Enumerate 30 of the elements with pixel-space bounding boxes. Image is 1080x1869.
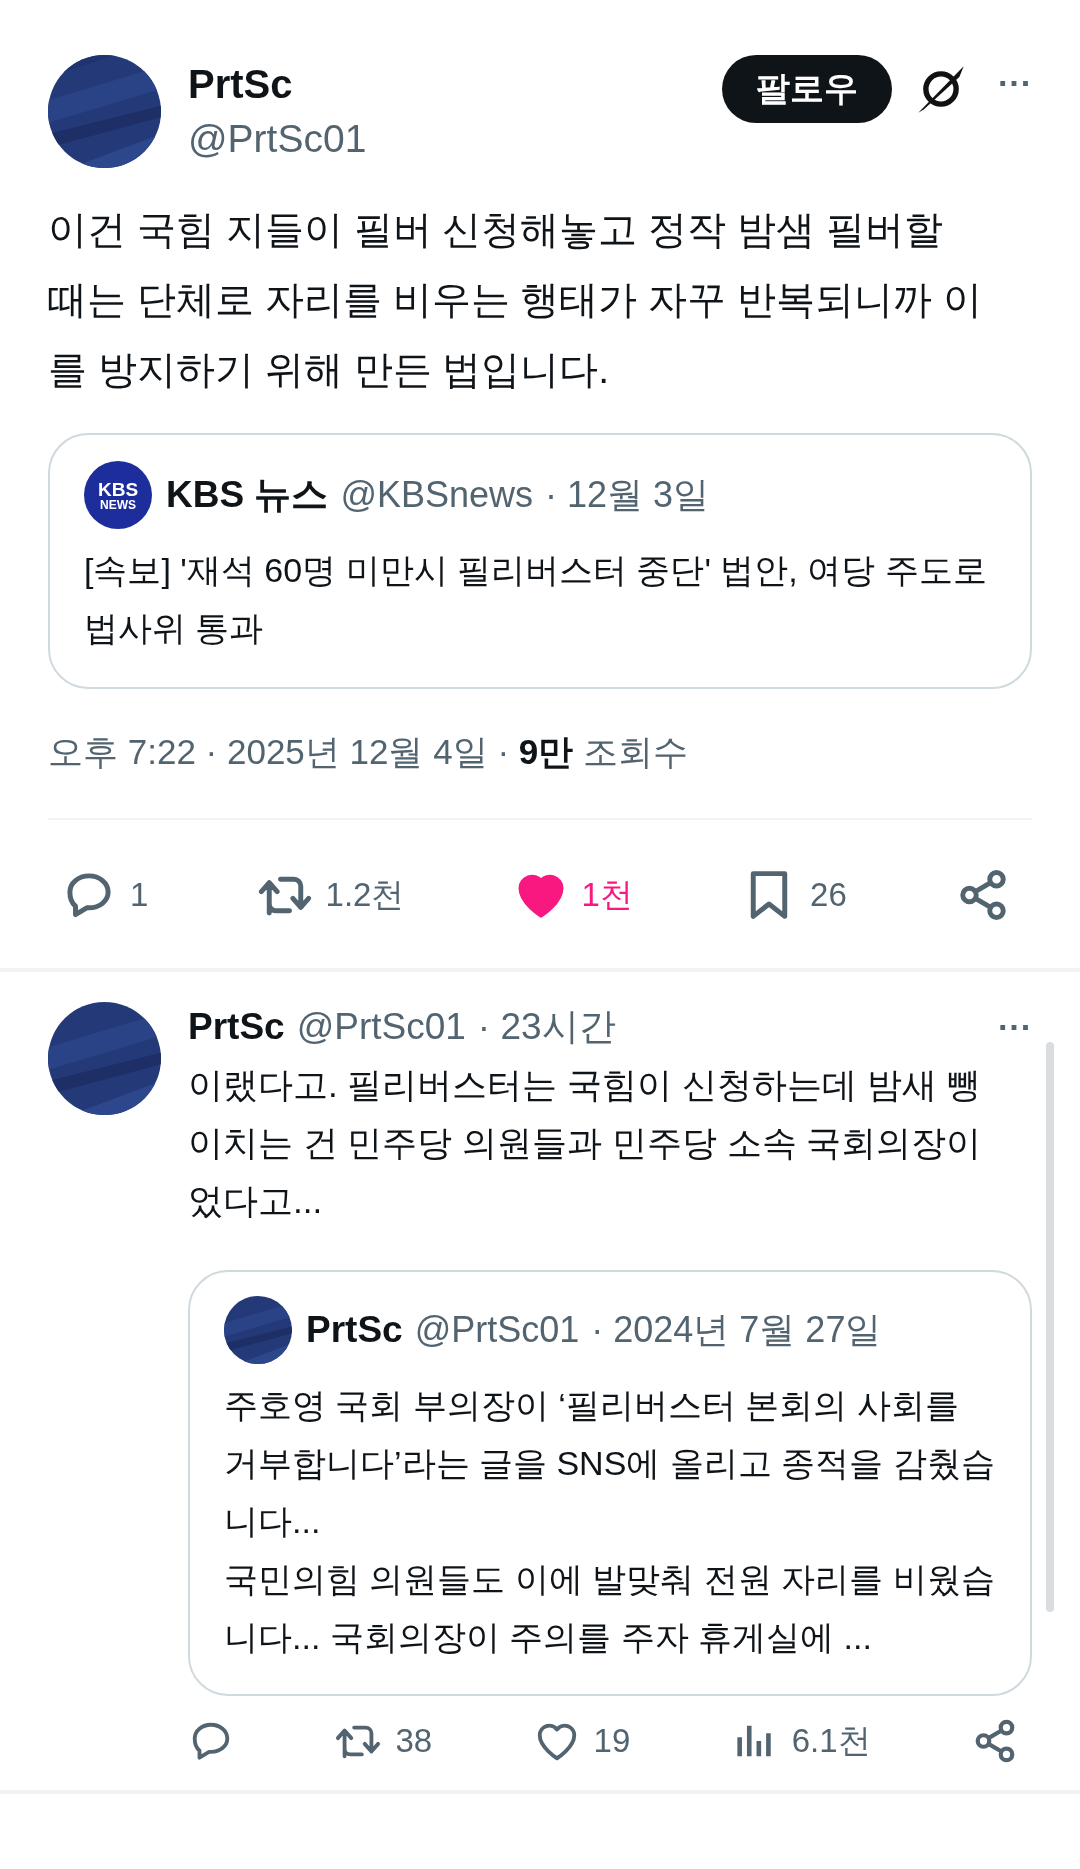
tweet-text: 이건 국힘 지들이 필버 신청해놓고 정작 밤샘 필버할 때는 단체로 자리를 비우는 행태가 자꾸 반복되니까 이를 방지하기 위해 만든 법입니다. [48, 207, 983, 393]
user-handle: @PrtSc01 [296, 1006, 466, 1048]
action-count: 6.1천 [791, 1720, 871, 1761]
reply-text: 이랬다고. 필리버스터는 국힘이 신청하는데 밤새 뺑이치는 건 민주당 의원들과 민주당 소속 국회의장이었다고... [188, 1064, 983, 1222]
display-name: PrtSc [188, 1006, 285, 1048]
post-meta: 오후 7:22 · 2025년 12월 4일 · 9만 조회수 [48, 731, 689, 773]
scrollbar[interactable] [1046, 1042, 1054, 1612]
quoted-post-card[interactable]: KBS NEWS KBS 뉴스 @KBSnews · 12월 3일 [속보] '재석 60명 미만시 필리버스터 중단' 법안, 여당 주도로 법사위 통과 [48, 433, 1032, 689]
follow-button[interactable]: 팔로우 [722, 55, 893, 123]
action-count: 1천 [581, 874, 633, 915]
action-count: 26 [810, 876, 847, 914]
action-count: 1 [130, 876, 149, 914]
more-button[interactable]: ··· [998, 63, 1032, 103]
action-count: 38 [395, 1722, 433, 1760]
user-handle: @PrtSc01 [414, 1309, 580, 1351]
action-count: 1.2천 [325, 874, 405, 915]
quoted-post-card[interactable]: PrtSc @PrtSc01 · 2024년 7월 27일 주호영 국회 부의장이 ‘필리버스터 본회의 사회를 거부합니다’라는 글을 SNS에 올리고 종적을 감췄습니다... 국민의힘 의원들도 이에 발맞춰 전원 자리를 비웠습니다... 국회의장이 주의를 주자 휴게실에 ... [188, 1270, 1032, 1696]
news-logo: KBS NEWS [84, 461, 152, 529]
action-count: 19 [593, 1722, 631, 1760]
display-name: KBS 뉴스 [166, 473, 329, 517]
quoted-text: 주호영 국회 부의장이 ‘필리버스터 본회의 사회를 거부합니다’라는 글을 SNS에 올리고 종적을 감췄습니다... 국민의힘 의원들도 이에 발맞춰 전원 자리를 비웠습니다... 국회의장이 주의를 주자 휴게실에 ... [224, 1385, 996, 1658]
display-name: PrtSc [188, 61, 294, 108]
user-handle: @KBSnews [340, 474, 534, 516]
user-handle: @PrtSc01 [188, 116, 368, 162]
quoted-text: [속보] '재석 60명 미만시 필리버스터 중단' 법안, 여당 주도로 법사위 통과 [84, 550, 988, 649]
post-date: · 12월 3일 [545, 472, 710, 517]
display-name: PrtSc [306, 1309, 403, 1351]
post-time: · 23시간 [477, 1005, 616, 1049]
more-button[interactable]: ··· [998, 1007, 1032, 1047]
post-date: · 2024년 7월 27일 [591, 1307, 882, 1352]
